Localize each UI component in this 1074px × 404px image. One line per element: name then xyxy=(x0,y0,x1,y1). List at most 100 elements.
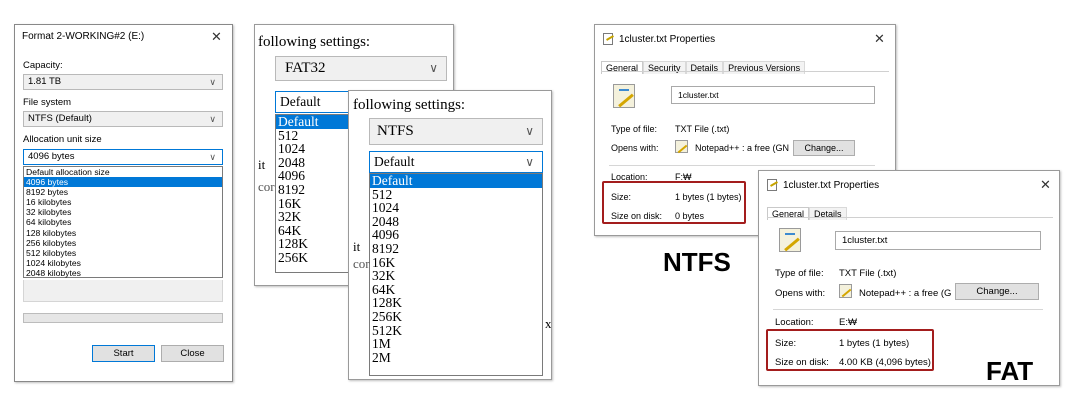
clipped-label: it xyxy=(258,157,266,172)
clipped-label: cor xyxy=(353,256,370,271)
fat-caption: FAT xyxy=(986,356,1034,386)
opens-label: Opens with: xyxy=(611,143,659,153)
dropdown-option[interactable]: 2M xyxy=(370,351,542,365)
alloc-select[interactable]: Default ∨ xyxy=(369,151,543,173)
dropdown-option[interactable]: 512 kilobytes xyxy=(24,248,222,258)
dropdown-option[interactable]: 4096 bytes xyxy=(24,177,222,188)
notepad-icon xyxy=(675,140,688,154)
change-button[interactable]: Change... xyxy=(955,283,1039,300)
notepad-icon xyxy=(779,228,801,252)
dropdown-option[interactable]: 32K xyxy=(276,210,354,224)
clipped-label: it xyxy=(353,239,361,254)
dropdown-option[interactable]: 8192 xyxy=(370,242,542,256)
dropdown-option[interactable]: 1024 kilobytes xyxy=(24,258,222,268)
change-button[interactable]: Change... xyxy=(793,140,855,156)
chevron-down-icon: ∨ xyxy=(209,152,216,162)
close-icon[interactable]: ✕ xyxy=(1040,177,1051,193)
chevron-down-icon: ∨ xyxy=(209,77,216,87)
section-divider xyxy=(609,165,875,166)
dropdown-option[interactable]: 512 xyxy=(276,128,354,143)
alloc-value: Default xyxy=(374,154,415,169)
ntfs-caption: NTFS xyxy=(663,247,731,277)
tab-general[interactable]: General xyxy=(767,207,810,220)
dropdown-option[interactable]: 256K xyxy=(370,310,542,324)
alloc-label: Allocation unit size xyxy=(23,134,102,145)
dropdown-option[interactable]: 64K xyxy=(276,224,354,238)
tab-previous-versions[interactable]: Previous Versions xyxy=(723,61,806,74)
tab-general[interactable]: General xyxy=(601,61,644,74)
filename-field[interactable]: 1cluster.txt xyxy=(835,231,1041,250)
dropdown-option[interactable]: 32K xyxy=(370,269,542,283)
dropdown-option[interactable]: 1024 xyxy=(276,142,354,156)
size-highlight-box xyxy=(602,181,746,224)
dropdown-option[interactable]: 256K xyxy=(276,251,354,265)
dropdown-option[interactable]: 128K xyxy=(370,296,542,310)
alloc-dropdown-list[interactable]: Default 512 1024 2048 4096 8192 16K 32K 64K 128K 2… xyxy=(369,173,543,376)
dropdown-option[interactable]: 32 kilobytes xyxy=(24,207,222,217)
dropdown-option[interactable]: 16 kilobytes xyxy=(24,197,222,207)
tab-details[interactable]: Details xyxy=(809,207,847,220)
filename-field[interactable]: 1cluster.txt xyxy=(671,86,875,104)
format-dialog: Format 2-WORKING#2 (E:) ✕ Capacity: 1.81… xyxy=(14,24,233,382)
clipped-label: cor xyxy=(258,179,275,194)
ntfs-settings-panel: following settings: NTFS ∨ Default ∨ Def… xyxy=(348,90,552,380)
dropdown-option[interactable]: 16K xyxy=(276,196,354,211)
dropdown-option[interactable]: 8192 bytes xyxy=(24,187,222,197)
progress-bar xyxy=(23,313,223,323)
alloc-value: 4096 bytes xyxy=(28,151,75,162)
alloc-value: Default xyxy=(280,94,321,109)
dropdown-option[interactable]: 512K xyxy=(370,323,542,338)
chevron-down-icon: ∨ xyxy=(209,114,216,124)
dropdown-option[interactable]: 64 kilobytes xyxy=(24,217,222,227)
close-icon[interactable]: ✕ xyxy=(874,31,885,47)
close-button[interactable]: Close xyxy=(161,345,224,362)
tab-security[interactable]: Security xyxy=(643,61,686,74)
filesystem-select[interactable]: NTFS ∨ xyxy=(369,118,543,145)
alloc-dropdown-list[interactable]: Default allocation size 4096 bytes 8192 by… xyxy=(23,166,223,278)
dropdown-option[interactable]: 16K xyxy=(370,255,542,270)
tab-content-divider xyxy=(601,71,889,72)
volume-label-field[interactable] xyxy=(23,280,223,302)
dropdown-option[interactable]: 2048 xyxy=(370,215,542,229)
dropdown-option[interactable]: Default allocation size xyxy=(24,167,222,177)
dropdown-option[interactable]: 8192 xyxy=(276,183,354,197)
dropdown-option[interactable]: Default xyxy=(276,115,354,129)
dropdown-option[interactable]: 2048 xyxy=(276,156,354,170)
dropdown-option[interactable]: 128 kilobytes xyxy=(24,228,222,238)
dropdown-option[interactable]: 1M xyxy=(370,337,542,351)
dropdown-option[interactable]: 4096 xyxy=(276,169,354,183)
capacity-value: 1.81 TB xyxy=(28,76,62,87)
window-title: 1cluster.txt Properties xyxy=(619,34,716,45)
dropdown-option[interactable]: 128K xyxy=(276,237,354,251)
chevron-down-icon: ∨ xyxy=(429,61,438,75)
tab-content-divider xyxy=(767,217,1053,218)
start-button[interactable]: Start xyxy=(92,345,155,362)
dropdown-option[interactable]: 256 kilobytes xyxy=(24,238,222,248)
alloc-dropdown-list[interactable]: Default 512 1024 2048 4096 8192 16K 32K 64K 128K 2… xyxy=(275,114,355,273)
alloc-select[interactable]: Default xyxy=(275,91,355,113)
dropdown-option[interactable]: 1024 xyxy=(370,201,542,215)
dropdown-option[interactable]: 512 xyxy=(370,187,542,202)
filesystem-select[interactable]: FAT32 ∨ xyxy=(275,56,447,81)
dropdown-option[interactable]: 64K xyxy=(370,283,542,297)
tab-details[interactable]: Details xyxy=(685,61,724,74)
alloc-select[interactable]: 4096 bytes ∨ xyxy=(23,149,223,165)
filesystem-value: NTFS (Default) xyxy=(28,113,92,124)
filesystem-label: File system xyxy=(23,97,72,108)
opens-value: Notepad++ : a free (G xyxy=(859,288,952,299)
close-icon[interactable]: ✕ xyxy=(211,29,222,45)
dropdown-option[interactable]: Default xyxy=(370,174,542,188)
capacity-select[interactable]: 1.81 TB ∨ xyxy=(23,74,223,90)
chevron-down-icon: ∨ xyxy=(525,124,534,138)
filesystem-select[interactable]: NTFS (Default) ∨ xyxy=(23,111,223,127)
settings-header: following settings: xyxy=(258,34,371,50)
window-title: 1cluster.txt Properties xyxy=(783,180,880,191)
dropdown-option[interactable]: 4096 xyxy=(370,228,542,242)
settings-header: following settings: xyxy=(353,97,466,113)
format-dialog-title: Format 2-WORKING#2 (E:) xyxy=(22,31,145,42)
type-label: Type of file: xyxy=(611,124,658,134)
tab-bar: General Security Details Previous Versions xyxy=(601,58,806,76)
type-value: TXT File (.txt) xyxy=(675,124,730,134)
dropdown-option[interactable]: 2048 kilobytes xyxy=(24,268,222,278)
capacity-label: Capacity: xyxy=(23,60,63,71)
